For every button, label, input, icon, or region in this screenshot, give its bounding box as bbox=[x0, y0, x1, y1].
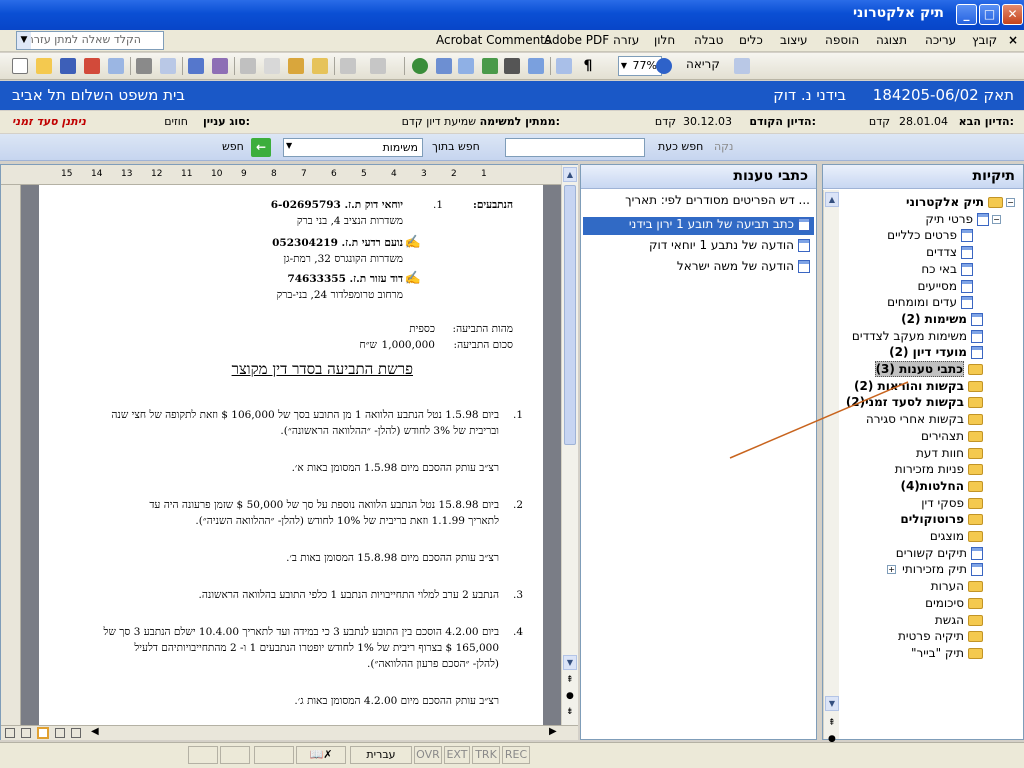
language-indicator[interactable]: עברית bbox=[350, 746, 412, 764]
overtype-indicator[interactable]: OVR bbox=[414, 746, 442, 764]
status-bar: 📖✗ עברית OVR EXT TRK REC bbox=[0, 742, 1024, 768]
record-macro-indicator[interactable]: REC bbox=[502, 746, 530, 764]
spelling-status-icon[interactable]: 📖✗ bbox=[296, 746, 346, 764]
track-changes-indicator[interactable]: TRK bbox=[472, 746, 500, 764]
status-cell bbox=[188, 746, 218, 764]
status-cell bbox=[254, 746, 294, 764]
status-cell bbox=[220, 746, 250, 764]
annotation-arrow bbox=[729, 381, 909, 459]
extend-indicator[interactable]: EXT bbox=[444, 746, 470, 764]
